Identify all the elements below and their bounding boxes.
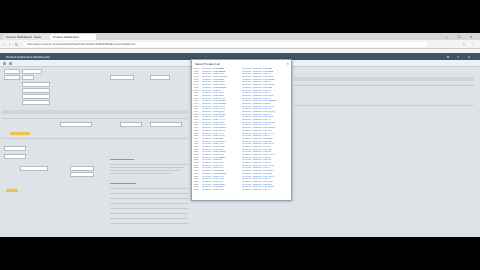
grid-header <box>294 77 474 81</box>
grid-header <box>2 110 188 114</box>
panel-row <box>110 223 188 224</box>
panel-text-line <box>110 167 184 168</box>
form-field[interactable] <box>70 166 94 171</box>
app-title: Product Dashboard (Workbench) <box>6 54 50 59</box>
settings-icon[interactable]: ⚙ <box>446 55 450 59</box>
form-field[interactable] <box>150 75 170 80</box>
toolbar-icon[interactable] <box>3 61 6 65</box>
panel-text-line <box>110 164 188 165</box>
grid-divider <box>294 85 474 86</box>
grid-divider <box>294 105 474 106</box>
panel-row <box>110 193 188 194</box>
form-field[interactable] <box>22 75 34 80</box>
reload-icon[interactable]: ↻ <box>15 42 18 47</box>
url-field[interactable]: https://apps.example.com/product/dashboa… <box>24 41 427 47</box>
close-icon[interactable]: × <box>287 61 289 66</box>
panel-text-line <box>110 173 170 174</box>
panel-row <box>110 208 188 209</box>
form-field[interactable] <box>22 69 42 74</box>
description-link[interactable]: PRODUCT DESCRIPTION T0 <box>242 189 288 192</box>
back-icon[interactable]: ‹ <box>3 42 4 47</box>
user-icon[interactable]: ● <box>467 55 471 59</box>
panel-heading <box>110 183 136 184</box>
form-field[interactable] <box>22 88 50 93</box>
action-button[interactable] <box>10 132 30 135</box>
form-field[interactable] <box>110 75 134 80</box>
form-field[interactable] <box>22 82 50 87</box>
toolbar-icon[interactable] <box>9 61 12 65</box>
form-field[interactable] <box>4 154 26 159</box>
form-field[interactable] <box>70 172 94 177</box>
form-field[interactable] <box>4 69 20 74</box>
detail-panel <box>110 157 190 233</box>
form-field[interactable] <box>4 75 20 80</box>
form-field[interactable] <box>150 122 182 127</box>
panel-text-line <box>110 170 180 171</box>
star-icon[interactable]: ☆ <box>462 42 466 47</box>
address-bar: ‹ › ↻ https://apps.example.com/product/d… <box>0 40 480 49</box>
tab-bar: Service Dashboard · Nuke Product Dashboa… <box>0 33 480 40</box>
panel-heading <box>110 159 134 160</box>
form-field[interactable] <box>4 146 26 151</box>
product-list: 0001 PRODUCT ITEM AAAA PRODUCT DESCRIPTION… <box>194 68 289 192</box>
maximize-button[interactable]: □ <box>458 34 460 39</box>
form-field[interactable] <box>120 122 142 127</box>
help-icon[interactable]: ? <box>456 55 460 59</box>
panel-row <box>110 218 188 219</box>
list-item[interactable]: 0046 PRODUCT ITEM T0T0T PRODUCT DESCRIPTIO… <box>194 189 289 192</box>
form-field[interactable] <box>22 94 50 99</box>
minimize-button[interactable]: – <box>446 34 448 39</box>
action-button[interactable] <box>6 189 18 192</box>
forward-icon[interactable]: › <box>9 42 10 47</box>
menu-icon[interactable]: ⋮ <box>471 42 475 47</box>
panel-row <box>110 198 188 199</box>
form-field[interactable] <box>22 100 50 105</box>
form-field[interactable] <box>20 166 48 171</box>
grid-divider <box>2 118 188 119</box>
panel-row <box>110 203 188 204</box>
product-link[interactable]: PRODUCT ITEM T0T0T <box>202 189 241 192</box>
panel-row <box>110 188 188 189</box>
close-button[interactable]: × <box>470 34 472 39</box>
panel-row <box>110 213 188 214</box>
grid-divider <box>2 138 188 139</box>
product-list-popup: Select Product List × 0001 PRODUCT ITEM A… <box>191 59 292 201</box>
row-number: 0046 <box>194 188 199 191</box>
popup-title: Select Product List <box>195 62 221 66</box>
form-field[interactable] <box>60 122 92 127</box>
